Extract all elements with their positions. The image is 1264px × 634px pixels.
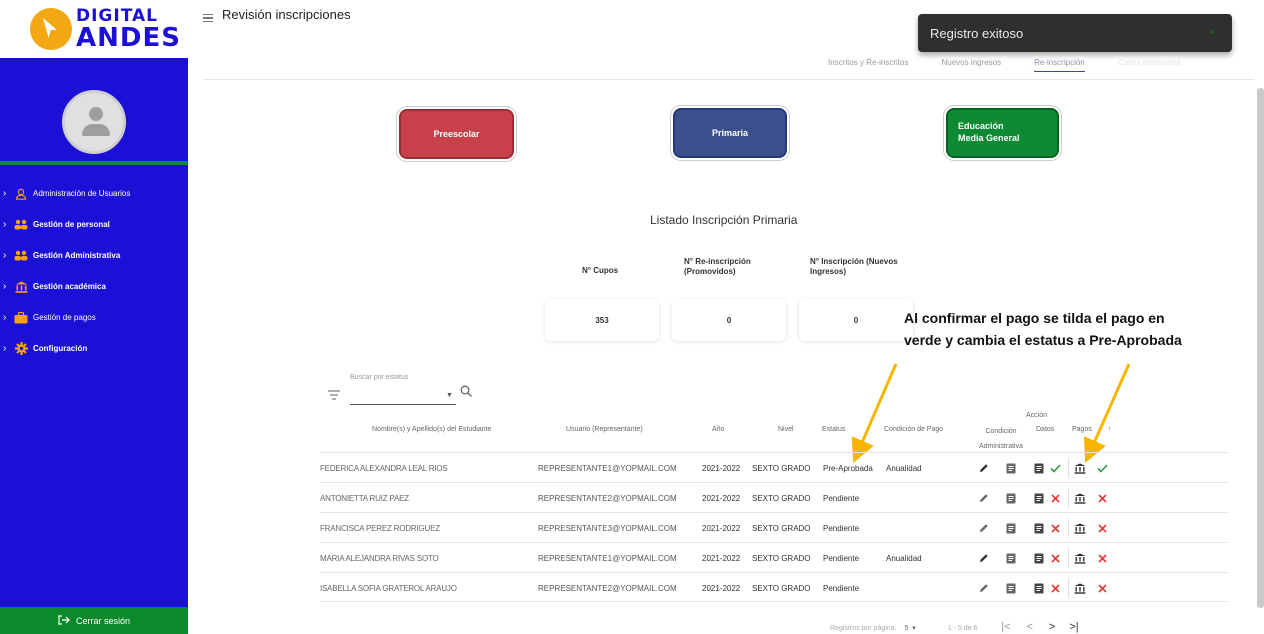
payment-condition: Anualidad — [886, 463, 922, 473]
table-row: MARIA ALEJANDRA RIVAS SOTO REPRESENTANTE… — [320, 542, 1228, 572]
header-status[interactable]: Estatus — [822, 424, 845, 437]
grade-level: SEXTO GRADO — [752, 583, 811, 593]
bank-icon[interactable] — [1073, 543, 1087, 573]
next-page-icon[interactable]: > — [1049, 621, 1055, 633]
grade-level: SEXTO GRADO — [752, 493, 811, 503]
search-icon[interactable] — [460, 385, 472, 397]
grade-level: SEXTO GRADO — [752, 523, 811, 533]
check-icon[interactable] — [1095, 453, 1109, 483]
condition-doc-icon[interactable] — [1004, 543, 1018, 573]
table-row: ANTONIETTA RUIZ PAEZ REPRESENTANTE2@YOPM… — [320, 482, 1228, 512]
condition-doc-icon[interactable] — [1004, 573, 1018, 603]
edit-icon[interactable] — [977, 483, 991, 513]
header-name[interactable]: Nombre(s) y Apellido(s) del Estudiante — [372, 424, 491, 437]
data-doc-icon[interactable] — [1032, 453, 1046, 483]
school-year: 2021-2022 — [702, 493, 741, 503]
edit-icon[interactable] — [977, 513, 991, 543]
payment-condition: Anualidad — [886, 553, 922, 563]
arrow-to-status — [851, 363, 898, 464]
status-filter-select[interactable]: Buscar por estatus ▼ — [350, 374, 475, 405]
edit-icon[interactable] — [977, 453, 991, 483]
last-page-icon[interactable]: >| — [1069, 621, 1078, 633]
bank-icon[interactable] — [1073, 513, 1087, 543]
check-icon[interactable] — [1048, 453, 1062, 483]
condition-doc-icon[interactable] — [1004, 483, 1018, 513]
cross-icon[interactable] — [1048, 513, 1062, 543]
school-year: 2021-2022 — [702, 523, 741, 533]
prev-page-icon[interactable]: < — [1027, 621, 1033, 633]
pagination: Registros por página: 5 ▾ 1 - 5 de 6 |< … — [830, 621, 1079, 633]
status-badge: Pre-Aprobada — [823, 463, 873, 473]
per-page-label: Registros por página: — [830, 625, 897, 632]
header-datos[interactable]: Datos — [1036, 424, 1054, 437]
chevron-down-icon: ▼ — [446, 392, 453, 399]
data-doc-icon[interactable] — [1032, 483, 1046, 513]
arrow-to-payment — [1083, 363, 1131, 463]
status-badge: Pendiente — [823, 493, 860, 503]
bank-icon[interactable] — [1073, 573, 1087, 603]
bank-icon[interactable] — [1073, 483, 1087, 513]
grade-level: SEXTO GRADO — [752, 463, 811, 473]
representative-email: REPRESENTANTE2@YOPMAIL.COM — [538, 583, 677, 593]
status-badge: Pendiente — [823, 523, 860, 533]
condition-doc-icon[interactable] — [1004, 453, 1018, 483]
first-page-icon[interactable]: |< — [1001, 621, 1010, 633]
student-name: FEDERICA ALEXANDRA LEAL RIOS — [320, 463, 448, 473]
header-condition[interactable]: Condición de Pago — [884, 424, 943, 437]
cross-icon[interactable] — [1095, 543, 1109, 573]
header-user[interactable]: Usuario (Representante) — [566, 424, 643, 437]
per-page-select[interactable]: 5 ▾ — [905, 624, 916, 632]
filter-icon[interactable] — [328, 390, 340, 400]
sort-arrow-icon[interactable]: ↑ — [1108, 424, 1112, 437]
grade-level: SEXTO GRADO — [752, 553, 811, 563]
cross-icon[interactable] — [1048, 573, 1062, 603]
filter-placeholder: Buscar por estatus — [350, 374, 409, 381]
header-level[interactable]: Nivel — [778, 424, 794, 437]
school-year: 2021-2022 — [702, 463, 741, 473]
header-action: Acción — [1026, 412, 1048, 419]
table-row: ISABELLA SOFIA GRATEROL ARAUJO REPRESENT… — [320, 572, 1228, 602]
representative-email: REPRESENTANTE1@YOPMAIL.COM — [538, 463, 677, 473]
data-doc-icon[interactable] — [1032, 543, 1046, 573]
header-cond-admin[interactable]: Condición Administrativa — [975, 424, 1027, 455]
bank-icon[interactable] — [1073, 453, 1087, 483]
app-root: DIGITAL ANDES › Administración de Usuari… — [0, 0, 1264, 634]
data-doc-icon[interactable] — [1032, 573, 1046, 603]
cross-icon[interactable] — [1095, 513, 1109, 543]
representative-email: REPRESENTANTE2@YOPMAIL.COM — [538, 493, 677, 503]
table-row: FRANCISCA PEREZ RODRIGUEZ REPRESENTANTE3… — [320, 512, 1228, 542]
status-badge: Pendiente — [823, 583, 860, 593]
representative-email: REPRESENTANTE3@YOPMAIL.COM — [538, 523, 677, 533]
student-name: FRANCISCA PEREZ RODRIGUEZ — [320, 523, 440, 533]
header-year[interactable]: Año — [712, 424, 724, 437]
cross-icon[interactable] — [1095, 483, 1109, 513]
student-name: ISABELLA SOFIA GRATEROL ARAUJO — [320, 583, 457, 593]
cross-icon[interactable] — [1095, 573, 1109, 603]
header-pagos[interactable]: Pagos — [1072, 424, 1092, 437]
school-year: 2021-2022 — [702, 583, 741, 593]
data-doc-icon[interactable] — [1032, 513, 1046, 543]
school-year: 2021-2022 — [702, 553, 741, 563]
student-name: MARIA ALEJANDRA RIVAS SOTO — [320, 553, 439, 563]
representative-email: REPRESENTANTE1@YOPMAIL.COM — [538, 553, 677, 563]
page-range: 1 - 5 de 6 — [947, 625, 978, 632]
edit-icon[interactable] — [977, 543, 991, 573]
table-row: FEDERICA ALEXANDRA LEAL RIOS REPRESENTAN… — [320, 452, 1228, 482]
cross-icon[interactable] — [1048, 483, 1062, 513]
status-badge: Pendiente — [823, 553, 860, 563]
student-name: ANTONIETTA RUIZ PAEZ — [320, 493, 409, 503]
cross-icon[interactable] — [1048, 543, 1062, 573]
scrollbar[interactable] — [1257, 88, 1264, 608]
edit-icon[interactable] — [977, 573, 991, 603]
condition-doc-icon[interactable] — [1004, 513, 1018, 543]
